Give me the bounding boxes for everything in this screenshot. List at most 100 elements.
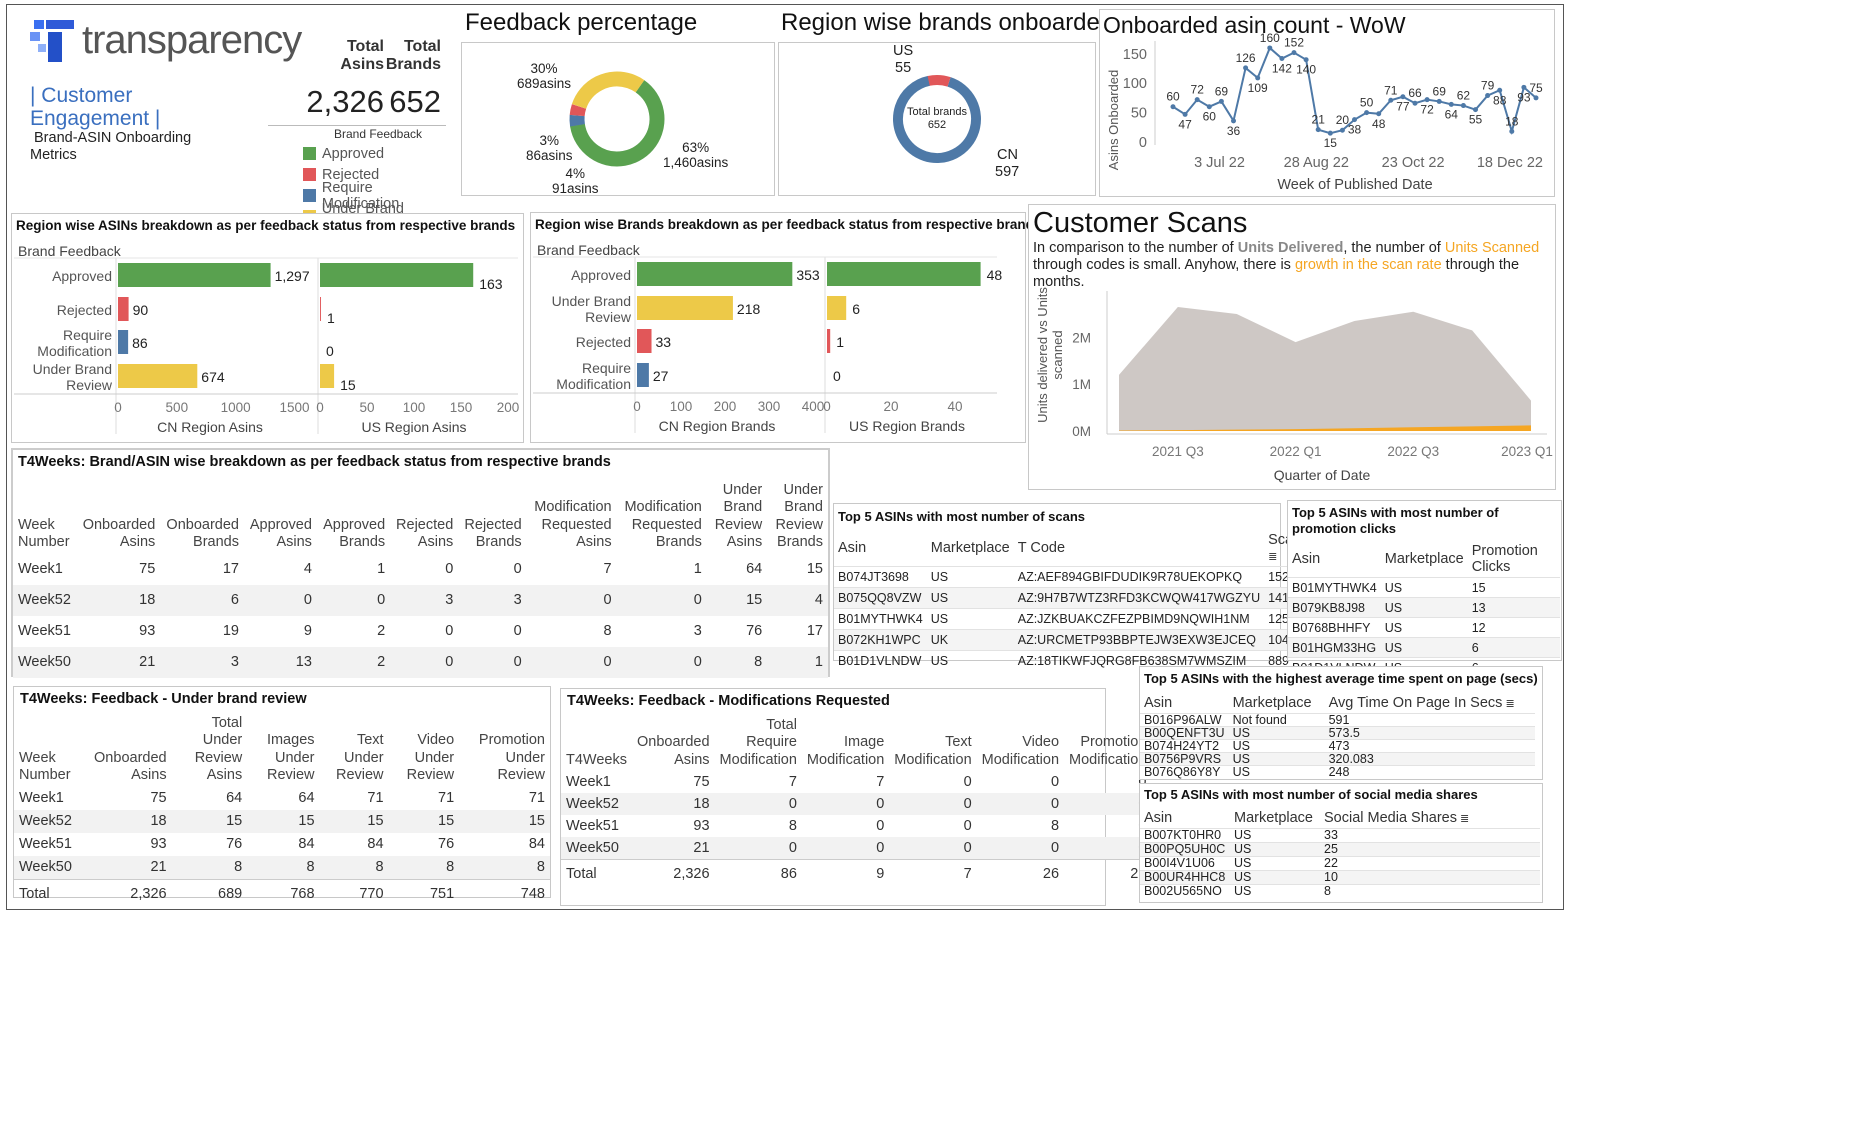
wow-point[interactable]: [1339, 127, 1345, 133]
wow-point[interactable]: [1315, 127, 1321, 133]
column-header[interactable]: Text Under Review: [320, 713, 389, 787]
table-row[interactable]: B00I4V1U06 US 22: [1140, 856, 1540, 871]
table-row[interactable]: Week50 21 3 13 2 0 0 0 0 8 1: [13, 646, 828, 678]
wow-point[interactable]: [1497, 87, 1503, 93]
column-header[interactable]: Video Under Review: [389, 713, 460, 787]
cn-bar[interactable]: [637, 363, 649, 387]
wow-point[interactable]: [1352, 117, 1357, 123]
column-header[interactable]: Total Require Modification: [715, 715, 802, 771]
column-header[interactable]: Avg Time On Page In Secs ≣: [1325, 693, 1535, 714]
column-header[interactable]: Text Modification: [889, 715, 976, 771]
table-row[interactable]: B0768BHHFY US 12: [1288, 617, 1560, 638]
feedback-donut-chart[interactable]: [462, 43, 774, 195]
column-header[interactable]: Image Modification: [802, 715, 889, 771]
wow-point[interactable]: [1279, 56, 1285, 62]
wow-point[interactable]: [1255, 75, 1261, 81]
column-header[interactable]: T Code: [1014, 530, 1264, 567]
wow-point[interactable]: [1448, 101, 1454, 107]
column-header[interactable]: Asin: [1288, 541, 1381, 578]
wow-point[interactable]: [1327, 130, 1333, 136]
wow-line-chart[interactable]: 150 100 50 0 Asins Onboarded 60 47 72 60 69 36 126 1…: [1100, 10, 1554, 196]
wow-point[interactable]: [1485, 93, 1491, 99]
wow-point[interactable]: [1364, 110, 1370, 116]
table-row[interactable]: B007KT0HR0 US 33: [1140, 828, 1540, 843]
table-row[interactable]: B01MYTHWK4 US 15: [1288, 577, 1560, 598]
table-row[interactable]: B00UR4HHC8 US 10: [1140, 870, 1540, 885]
cn-bar[interactable]: [118, 364, 198, 388]
table-row[interactable]: Week51 93 76 84 84 76 84: [14, 833, 550, 856]
us-bar[interactable]: [320, 364, 335, 388]
wow-point[interactable]: [1388, 97, 1394, 103]
column-header[interactable]: Total Under Review Asins: [172, 713, 248, 787]
column-header[interactable]: Under Brand Review Asins: [707, 480, 767, 554]
customer-scans-area-chart[interactable]: 2M 1M 0M 2021 Q3 2022 Q1 2022 Q3 2023 Q1 Units …: [1029, 205, 1555, 489]
column-header[interactable]: Social Media Shares ≣: [1320, 808, 1540, 829]
wow-point[interactable]: [1231, 118, 1236, 124]
table-row[interactable]: Week502100000: [561, 837, 1152, 860]
wow-point[interactable]: [1412, 100, 1418, 106]
wow-point[interactable]: [1303, 57, 1309, 63]
us-bar[interactable]: [320, 297, 321, 321]
table-row[interactable]: Week52 18 15 15 15 15 15: [14, 809, 550, 833]
us-bar[interactable]: [827, 296, 847, 320]
brand-breakdown-bar-chart[interactable]: Approved Under BrandReview Rejected Require…: [531, 213, 1025, 442]
table-row[interactable]: Week1 75 64 64 71 71 71: [14, 787, 550, 810]
column-header[interactable]: Rejected Brands: [458, 480, 526, 554]
table-row[interactable]: B00QENFT3U US 573.5: [1140, 726, 1535, 740]
table-row[interactable]: B0756P9VRS US 320.083: [1140, 752, 1535, 766]
column-header[interactable]: Week Number: [14, 713, 83, 787]
table-row[interactable]: B079KB8J98 US 13: [1288, 597, 1560, 618]
wow-point[interactable]: [1206, 104, 1212, 110]
column-header[interactable]: Marketplace: [927, 530, 1014, 567]
table-row[interactable]: B016P96ALW Not found 591: [1140, 713, 1535, 727]
wow-point[interactable]: [1376, 111, 1382, 117]
table-row[interactable]: Week52 18 6 0 0 3 3 0 0 15 4: [13, 584, 828, 616]
column-header[interactable]: T4Weeks: [561, 715, 632, 771]
wow-point[interactable]: [1291, 50, 1297, 56]
table-row[interactable]: Week50 21 8 8 8 8 8: [14, 855, 550, 880]
table-row[interactable]: Week17577000: [561, 771, 1151, 793]
wow-point[interactable]: [1460, 103, 1466, 109]
cn-bar[interactable]: [118, 263, 271, 287]
table-row[interactable]: Week521800000: [561, 793, 1152, 816]
cn-bar[interactable]: [637, 296, 733, 320]
wow-point[interactable]: [1267, 45, 1273, 51]
wow-point[interactable]: [1473, 107, 1478, 113]
units-delivered-area[interactable]: [1119, 307, 1531, 431]
column-header[interactable]: Approved Brands: [317, 480, 390, 554]
column-header[interactable]: Modification Requested Brands: [617, 480, 707, 554]
table-row[interactable]: B01HGM33HG US 6: [1288, 637, 1560, 658]
column-header[interactable]: Asin: [1140, 693, 1229, 714]
column-header[interactable]: Promotion Clicks: [1468, 541, 1560, 578]
table-row[interactable]: B002U565NO US 8: [1140, 884, 1540, 898]
table-row[interactable]: B01MYTHWK4 US AZ:JZKBUAKCZFEZPBIMD9NQWIH1N…: [834, 608, 1313, 630]
table-row[interactable]: Week1 75 17 4 1 0 0 7 1 64 15: [13, 554, 828, 585]
column-header[interactable]: Onboarded Asins: [83, 713, 172, 787]
column-header[interactable]: Under Brand Review Brands: [767, 480, 828, 554]
table-row[interactable]: B076Q86Y8Y US 248: [1140, 765, 1535, 778]
wow-point[interactable]: [1182, 111, 1188, 117]
sort-icon[interactable]: ≣: [1457, 813, 1469, 825]
legend-item-approved[interactable]: Approved: [303, 143, 453, 164]
table-row[interactable]: B075QQ8VZW US AZ:9H7B7WTZ3RFD3KCWQW417WGZY…: [834, 587, 1313, 609]
cn-bar[interactable]: [637, 329, 652, 353]
sort-icon[interactable]: ≣: [1502, 698, 1514, 710]
column-header[interactable]: Modification Requested Asins: [527, 480, 617, 554]
table-row[interactable]: B072KH1WPC UK AZ:URCMETP93BBPTEJW3EXW3EJCE…: [834, 629, 1313, 651]
wow-point[interactable]: [1521, 84, 1527, 90]
wow-point[interactable]: [1218, 98, 1224, 104]
us-bar[interactable]: [320, 263, 474, 287]
column-header[interactable]: Promotion Under Review: [459, 713, 550, 787]
column-header[interactable]: Onboarded Asins: [632, 715, 715, 771]
column-header[interactable]: Video Modification: [977, 715, 1064, 771]
column-header[interactable]: Week Number: [13, 480, 77, 554]
wow-point[interactable]: [1170, 104, 1176, 110]
column-header[interactable]: Rejected Asins: [390, 480, 458, 554]
sort-icon[interactable]: ≣: [1268, 551, 1277, 563]
column-header[interactable]: Asin: [834, 530, 927, 567]
table-row[interactable]: B00PQ5UH0C US 25: [1140, 842, 1540, 857]
wow-point[interactable]: [1424, 97, 1430, 103]
wow-point[interactable]: [1243, 65, 1249, 71]
column-header[interactable]: Onboarded Asins: [77, 480, 160, 554]
cn-bar[interactable]: [118, 297, 129, 321]
